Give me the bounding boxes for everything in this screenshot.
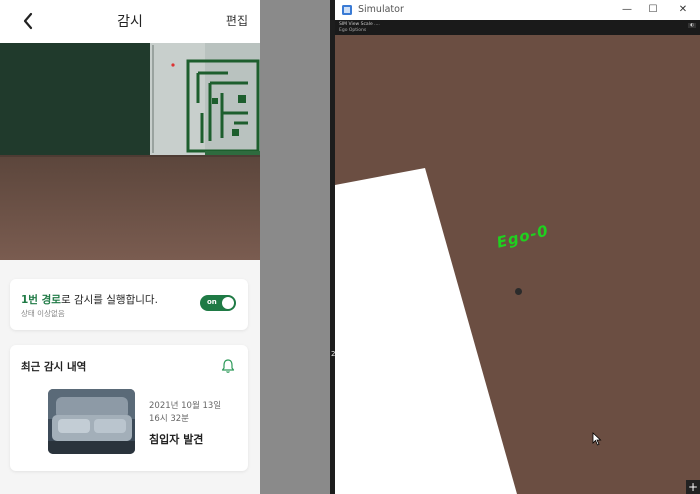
camera-view	[0, 43, 260, 260]
app-header: 감시 편집	[0, 0, 260, 43]
simulator-viewport[interactable]: Ego-0	[335, 35, 700, 494]
bell-icon[interactable]	[220, 358, 236, 374]
status-text: 로 감시를 실행합니다.	[60, 294, 158, 306]
simulator-app-icon	[342, 5, 352, 15]
simulator-toolbar: SIM View Scale .... Ego Options ◐	[335, 20, 700, 35]
event-thumbnail[interactable]	[48, 389, 135, 454]
toolbar-settings-button[interactable]: ◐	[688, 23, 696, 28]
simulator-window: Simulator — ☐ ✕ SIM View Scale .... Ego …	[335, 0, 700, 494]
close-button[interactable]: ✕	[672, 2, 694, 18]
toolbar-menu[interactable]: SIM View Scale ....	[339, 22, 380, 27]
toggle-knob	[222, 297, 234, 309]
history-title: 최근 감시 내역	[21, 361, 87, 373]
monitoring-app: 감시 편집 1번 경로로 감시를 실행합니다. 상태 이상없음 on 최근 감시…	[0, 0, 260, 494]
window-title: Simulator	[358, 4, 404, 15]
event-time: 16시 32분	[149, 414, 189, 424]
event-date: 2021년 10월 13일	[149, 401, 222, 411]
scene-geometry	[335, 168, 517, 494]
simulator-titlebar[interactable]: Simulator — ☐ ✕	[335, 0, 700, 20]
status-sub-text: 상태 이상없음	[21, 309, 65, 318]
toolbar-options[interactable]: Ego Options	[339, 28, 366, 33]
status-message: 1번 경로로 감시를 실행합니다.	[21, 292, 158, 307]
mouse-cursor-icon	[592, 432, 602, 446]
page-title: 감시	[117, 14, 143, 30]
ego-vehicle[interactable]	[515, 288, 522, 295]
maximize-button[interactable]: ☐	[642, 2, 664, 18]
minimize-button[interactable]: —	[616, 2, 638, 18]
map-overlay	[150, 43, 260, 155]
edit-button[interactable]: 편집	[226, 12, 248, 29]
recent-history-card: 최근 감시 내역 2021년 10월 13일 16시 32분 침입자 발견	[10, 345, 248, 471]
toggle-label: on	[207, 298, 217, 306]
route-name: 1번 경로	[21, 294, 61, 306]
white-wall	[335, 168, 517, 494]
camera-wall	[0, 43, 150, 155]
event-title[interactable]: 침입자 발견	[149, 431, 203, 447]
monitoring-status-card: 1번 경로로 감시를 실행합니다. 상태 이상없음 on	[10, 279, 248, 330]
add-button[interactable]: +	[686, 480, 700, 494]
camera-floor	[0, 157, 260, 260]
monitoring-toggle[interactable]: on	[200, 295, 236, 311]
